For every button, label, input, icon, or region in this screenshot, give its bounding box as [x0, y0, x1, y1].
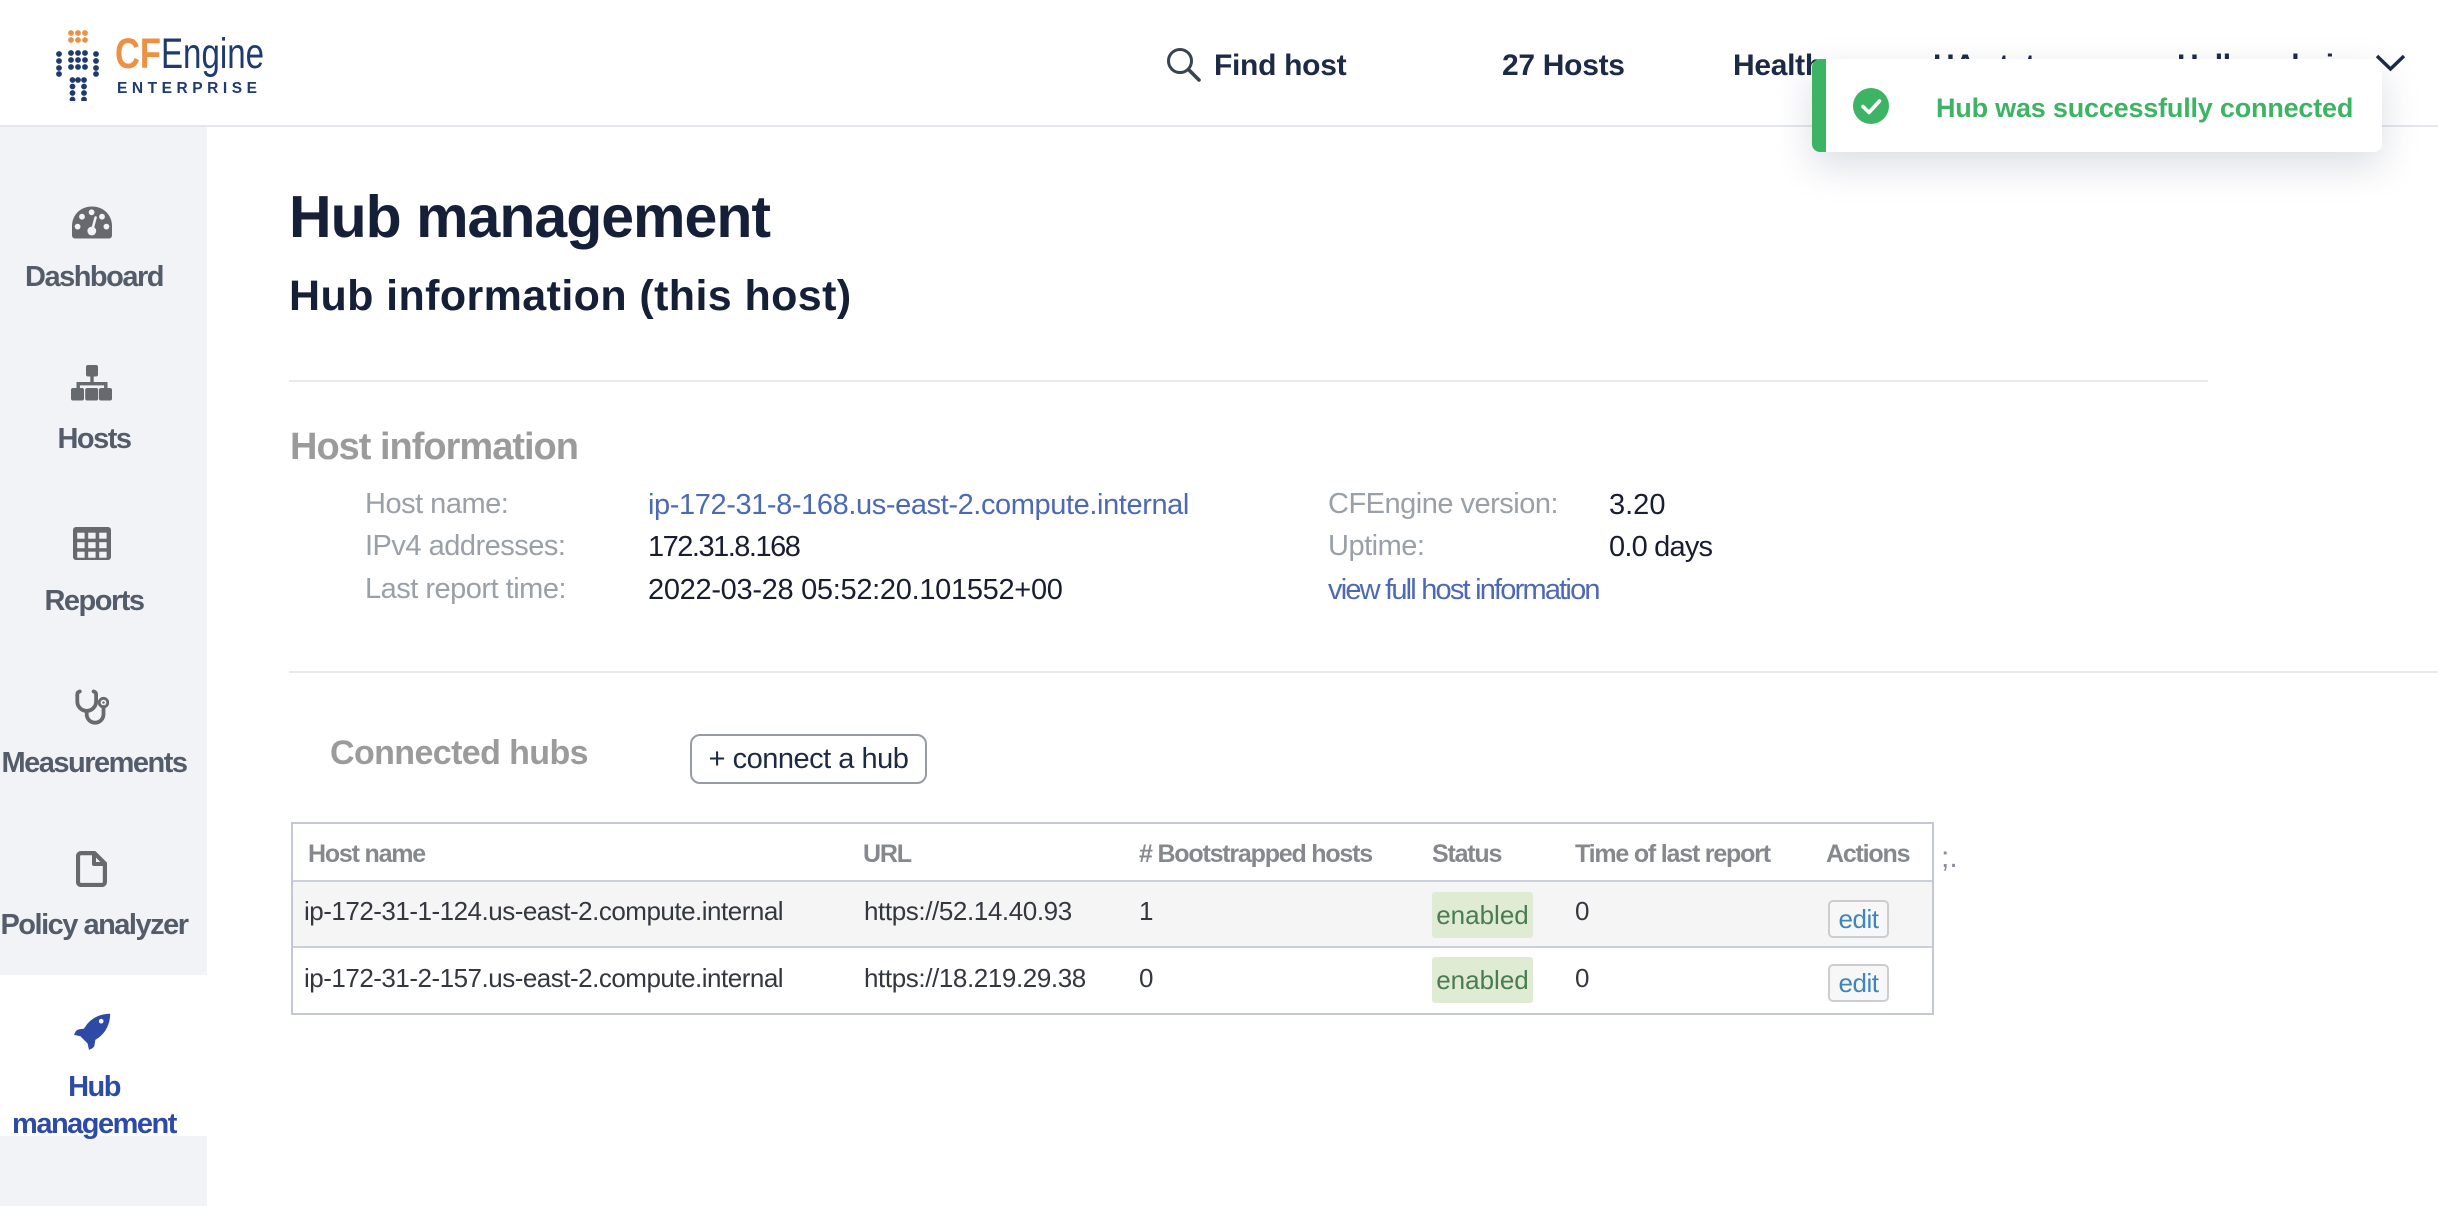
svg-text:Engine: Engine — [161, 30, 264, 78]
svg-text:CF: CF — [115, 30, 161, 78]
svg-text:ENTERPRISE: ENTERPRISE — [117, 80, 257, 97]
